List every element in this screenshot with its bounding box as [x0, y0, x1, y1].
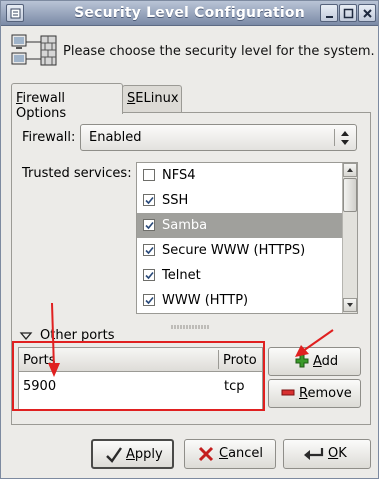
maximize-icon[interactable]	[339, 4, 357, 22]
trusted-services-label: Trusted services:	[22, 166, 132, 181]
updown-arrows-icon	[339, 129, 351, 150]
ok-button-label: OK	[328, 446, 347, 461]
service-label: Telnet	[162, 268, 201, 283]
remove-button-label: Remove	[299, 386, 352, 401]
checkbox[interactable]	[143, 244, 155, 256]
list-item[interactable]: Secure WWW (HTTPS)	[137, 238, 342, 263]
proto-cell[interactable]: tcp	[224, 379, 245, 394]
apply-button[interactable]: Apply	[91, 439, 174, 469]
tab-label: irewall Options	[16, 91, 67, 121]
checkbox[interactable]	[143, 219, 155, 231]
add-button-label: Add	[313, 354, 339, 369]
firewall-icon	[11, 34, 59, 71]
tab-label: ELinux	[135, 91, 179, 106]
table-header: Ports Proto	[19, 348, 262, 372]
checkbox[interactable]	[143, 269, 155, 281]
tab-firewall-options[interactable]: Firewall Options	[11, 83, 123, 121]
header-text: Please choose the security level for the…	[63, 44, 375, 59]
checkbox[interactable]	[143, 294, 155, 306]
checkbox[interactable]	[143, 194, 155, 206]
other-ports-label[interactable]: Other ports	[40, 328, 114, 343]
tab-selinux[interactable]: SELinux	[122, 85, 182, 112]
list-item[interactable]: SSH	[137, 188, 342, 213]
service-label: NFS4	[162, 168, 196, 183]
service-label: Samba	[162, 218, 208, 233]
add-button[interactable]: Add	[268, 347, 361, 376]
vertical-scrollbar[interactable]	[342, 163, 357, 313]
minus-icon	[281, 386, 295, 404]
ok-arrow-icon	[302, 445, 324, 467]
trusted-services-list[interactable]: NFS4 SSH Samba Secure WWW (HTTPS) Telnet…	[136, 162, 358, 314]
list-item[interactable]: NFS4	[137, 163, 342, 188]
scroll-up-button[interactable]	[343, 163, 357, 177]
firewall-label: Firewall:	[22, 130, 76, 145]
list-item[interactable]: Samba	[137, 213, 342, 238]
list-item[interactable]: Telnet	[137, 263, 342, 288]
column-header-proto[interactable]: Proto	[223, 353, 257, 368]
firewall-select[interactable]: Enabled	[80, 124, 357, 151]
port-cell[interactable]: 5900	[23, 379, 56, 394]
service-label: Secure WWW (HTTPS)	[162, 243, 306, 258]
cancel-x-icon	[197, 445, 215, 467]
close-icon[interactable]	[358, 4, 376, 22]
apply-button-label: Apply	[126, 447, 163, 462]
expander-arrow-icon[interactable]	[19, 330, 33, 344]
ok-button[interactable]: OK	[283, 439, 371, 469]
security-level-window: Security Level Configuration Please choo…	[0, 0, 379, 479]
ports-table[interactable]: Ports Proto 5900 tcp	[18, 347, 263, 411]
checkbox[interactable]	[143, 169, 155, 181]
combo-separator	[334, 129, 335, 146]
service-label: WWW (HTTP)	[162, 293, 249, 308]
title-bar[interactable]: Security Level Configuration	[1, 1, 378, 26]
cancel-button-label: Cancel	[219, 446, 264, 461]
scroll-thumb[interactable]	[343, 178, 357, 212]
cancel-button[interactable]: Cancel	[184, 439, 276, 469]
column-header-ports[interactable]: Ports	[23, 353, 56, 368]
service-label: SSH	[162, 193, 189, 208]
minimize-icon[interactable]	[320, 4, 338, 22]
scroll-down-button[interactable]	[343, 298, 357, 312]
column-separator	[218, 350, 219, 369]
remove-button[interactable]: Remove	[268, 379, 361, 408]
pane-resize-handle[interactable]	[171, 319, 211, 333]
list-item[interactable]: WWW (HTTP)	[137, 288, 342, 313]
checkmark-icon	[105, 446, 123, 468]
plus-icon	[295, 354, 309, 372]
firewall-value: Enabled	[89, 130, 142, 145]
